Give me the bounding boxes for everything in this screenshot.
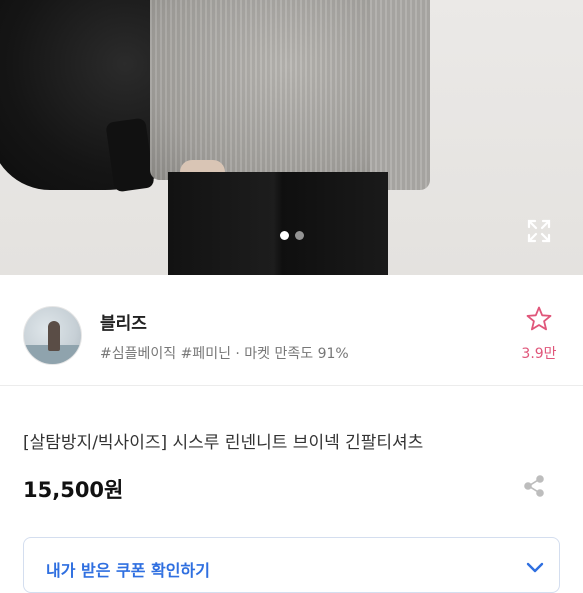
share-icon[interactable] [522, 474, 546, 498]
pants-graphic [168, 172, 388, 275]
shop-tags: #심플베이직 #페미닌 · 마켓 만족도 91% [100, 346, 349, 362]
carousel-dot-active[interactable] [280, 231, 289, 240]
carousel-indicator [280, 231, 304, 240]
seller-section [0, 275, 583, 386]
avatar-figure [48, 321, 60, 351]
product-price: 15,500원 [23, 478, 124, 502]
shop-avatar[interactable] [23, 306, 82, 365]
coupon-check-button[interactable]: 내가 받은 쿠폰 확인하기 [23, 537, 560, 593]
like-count: 3.9만 [521, 346, 557, 362]
expand-icon[interactable] [526, 218, 552, 244]
coupon-label: 내가 받은 쿠폰 확인하기 [46, 561, 210, 580]
carousel-dot[interactable] [295, 231, 304, 240]
star-outline-icon[interactable] [525, 305, 553, 333]
product-image-carousel[interactable] [0, 0, 583, 275]
shop-name[interactable]: 블리즈 [100, 309, 147, 334]
chevron-down-icon [526, 562, 544, 573]
sleeve-graphic [370, 0, 430, 190]
product-title: [살탐방지/빅사이즈] 시스루 린넨니트 브이넥 긴팔티셔츠 [23, 433, 424, 453]
